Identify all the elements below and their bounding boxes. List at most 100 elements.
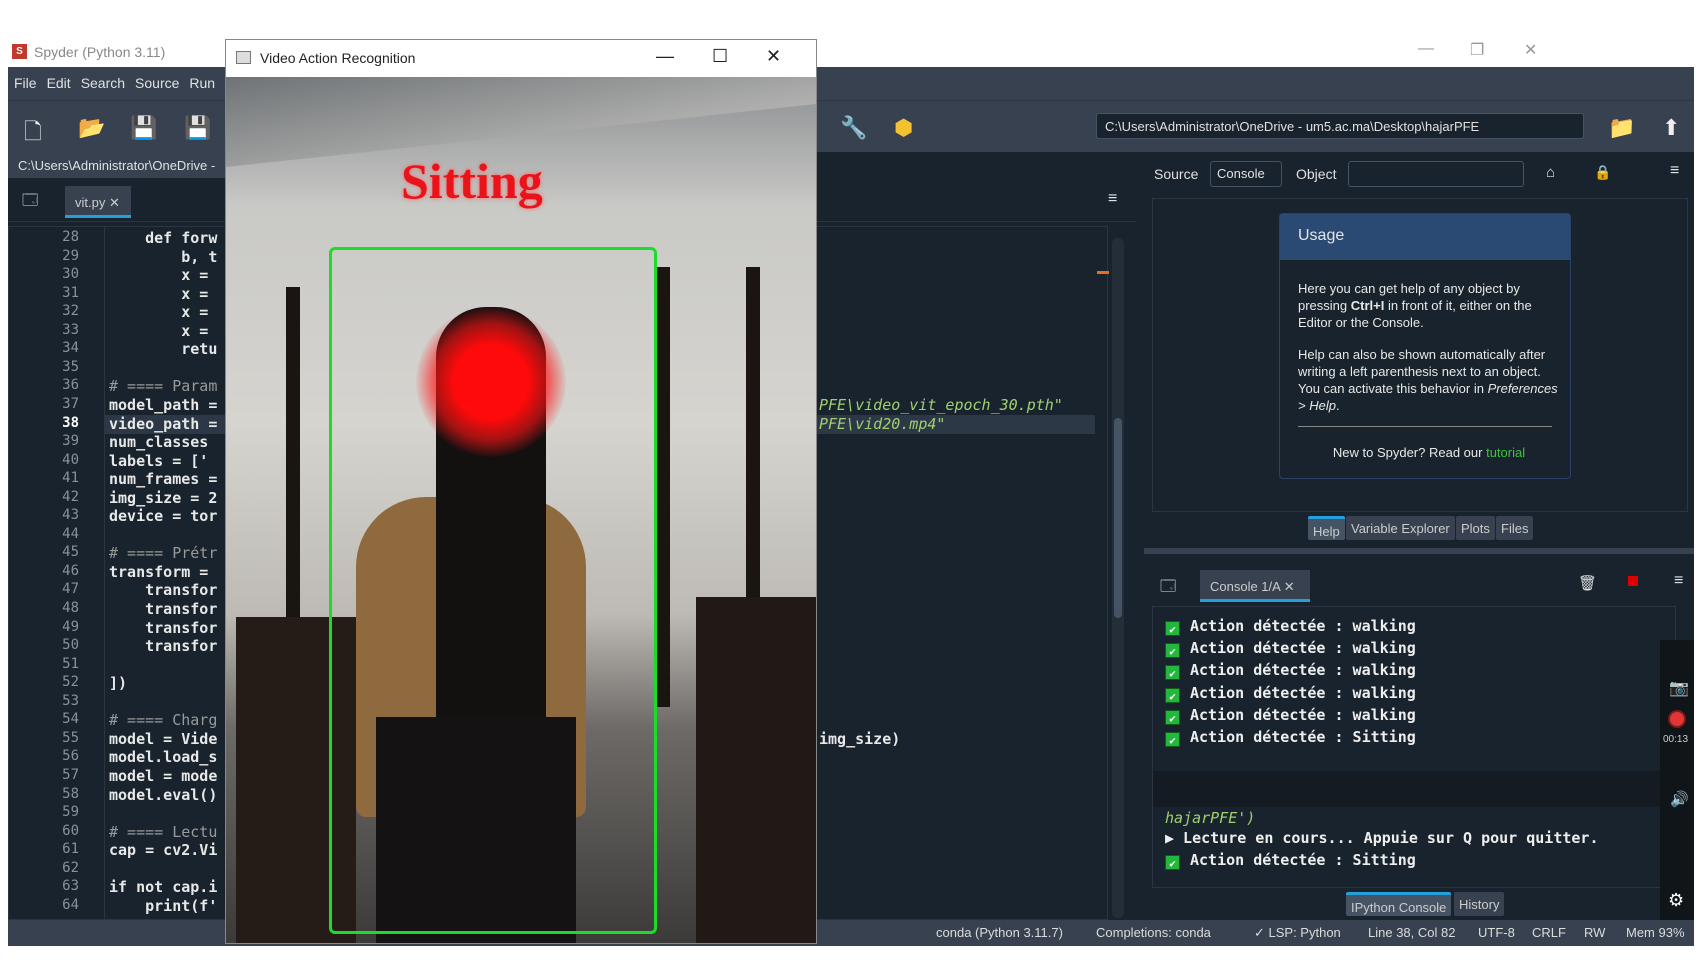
lock-icon[interactable]: 🔒	[1594, 164, 1611, 181]
splitter[interactable]	[1144, 548, 1694, 554]
code-line: x =	[109, 321, 209, 340]
status-completions[interactable]: Completions: conda	[1096, 925, 1211, 940]
save-icon[interactable]: 💾	[130, 115, 157, 141]
close-tab-icon[interactable]: ✕	[109, 195, 120, 210]
settings-icon[interactable]: ⚙	[1668, 890, 1684, 911]
close-icon[interactable]: ✕	[766, 46, 781, 67]
code-line: labels = ['	[109, 451, 209, 470]
console-reading: ▶ Lecture en cours... Appuie sur Q pour …	[1165, 829, 1599, 847]
new-file-icon[interactable]: 🗋	[24, 115, 42, 153]
check-icon: ✔	[1165, 687, 1180, 703]
working-directory-combo[interactable]: C:\Users\Administrator\OneDrive - um5.ac…	[1096, 113, 1584, 139]
wrench-icon[interactable]: 🔧	[840, 115, 867, 141]
console-output[interactable]: ✔ Action détectée : walking ✔ Action détect…	[1152, 606, 1676, 888]
line-number-gutter: 28 29 30 31 32 33 34 35 36 37 38 39 40 41 42 43 44 45 46 47…	[9, 227, 105, 919]
line-number: 52	[62, 674, 79, 691]
menu-file[interactable]: File	[8, 67, 41, 91]
line-number: 32	[62, 303, 79, 320]
tab-variable-explorer[interactable]: Variable Explorer	[1346, 516, 1455, 540]
open-folder-icon[interactable]: 📂	[78, 115, 105, 141]
browse-folder-icon[interactable]: 📁	[1608, 115, 1635, 141]
maximize-icon[interactable]: ☐	[712, 46, 728, 67]
status-env[interactable]: conda (Python 3.11.7)	[936, 925, 1063, 940]
save-all-icon[interactable]: 💾	[184, 115, 211, 141]
tab-files[interactable]: Files	[1496, 516, 1534, 540]
parent-dir-icon[interactable]: ⬆	[1662, 115, 1680, 141]
check-icon: ✔	[1165, 643, 1180, 659]
home-icon[interactable]: ⌂	[1546, 164, 1555, 181]
line-number: 28	[62, 229, 79, 245]
menu-run[interactable]: Run	[183, 67, 219, 91]
browse-tabs-icon[interactable]: 🗔	[1160, 576, 1176, 601]
python-icon[interactable]: ⬢	[894, 115, 913, 141]
check-icon: ✔	[1165, 621, 1180, 636]
editor-options-icon[interactable]: ≡	[1108, 190, 1117, 208]
line-number: 49	[62, 618, 79, 635]
menu-search[interactable]: Search	[75, 67, 129, 91]
tab-help[interactable]: Help	[1308, 516, 1345, 540]
usage-text-3: New to Spyder? Read our tutorial	[1332, 445, 1526, 460]
status-cursor: Line 38, Col 82	[1368, 925, 1456, 940]
code-line: x =	[109, 266, 209, 285]
code-line: model = mode	[109, 766, 218, 785]
scroll-thumb[interactable]	[1114, 418, 1122, 618]
screen-recorder-bar: 📷 00:13 🔊 ⚙	[1660, 640, 1694, 920]
line-number: 48	[62, 600, 79, 616]
warning-marker	[1097, 271, 1109, 274]
tutorial-link[interactable]: tutorial	[1486, 445, 1525, 460]
code-line: model_path =	[109, 395, 218, 414]
menu-edit[interactable]: Edit	[41, 67, 75, 91]
tab-vit-py[interactable]: vit.py ✕	[65, 186, 131, 218]
record-icon[interactable]	[1668, 710, 1686, 728]
camera-icon[interactable]: 📷	[1669, 678, 1689, 698]
restore-icon[interactable]: ❐	[1470, 40, 1484, 60]
tab-plots[interactable]: Plots	[1456, 516, 1495, 540]
line-number: 29	[62, 247, 79, 264]
status-encoding: UTF-8	[1478, 925, 1515, 940]
clear-console-icon[interactable]: 🗑	[1578, 574, 1597, 592]
code-line: def forw	[109, 229, 218, 247]
line-number: 33	[62, 321, 79, 338]
status-lsp[interactable]: ✓ LSP: Python	[1254, 925, 1341, 941]
tab-ipython-console[interactable]: IPython Console	[1346, 892, 1452, 916]
line-number: 55	[62, 729, 79, 746]
line-number: 38	[62, 414, 79, 431]
stop-icon[interactable]	[1628, 576, 1638, 586]
console-options-icon[interactable]: ≡	[1674, 572, 1683, 590]
console-line: ✔ Action détectée : walking	[1165, 661, 1416, 681]
menu-source[interactable]: Source	[129, 67, 183, 91]
video-frame: Sitting	[226, 77, 816, 943]
object-input[interactable]	[1348, 161, 1524, 187]
minimize-icon[interactable]: —	[656, 46, 674, 67]
line-number: 40	[62, 451, 79, 468]
volume-icon[interactable]: 🔊	[1670, 790, 1689, 808]
help-options-icon[interactable]: ≡	[1670, 162, 1679, 180]
editor-scrollbar[interactable]	[1112, 238, 1124, 918]
line-number: 56	[62, 748, 79, 765]
close-icon[interactable]: ✕	[1524, 40, 1537, 60]
source-label: Source	[1154, 166, 1199, 182]
console-line-text: Action détectée : walking	[1190, 661, 1416, 680]
help-toolbar: Source Console Object ⌂ 🔒 ≡	[1144, 152, 1694, 196]
console-line: ✔ Action détectée : walking	[1165, 684, 1416, 703]
pane-tabs: Help Variable Explorer Plots Files	[1308, 516, 1668, 540]
code-line: device = tor	[109, 507, 218, 526]
tab-history[interactable]: History	[1454, 892, 1505, 916]
status-memory: Mem 93%	[1626, 925, 1685, 940]
line-number: 44	[62, 525, 79, 542]
line-number: 37	[62, 395, 79, 412]
minimize-icon[interactable]: —	[1418, 40, 1434, 58]
tab-console[interactable]: Console 1/A ✕	[1200, 570, 1310, 602]
line-number: 46	[62, 562, 79, 579]
source-combo[interactable]: Console	[1210, 161, 1282, 187]
video-title: Video Action Recognition	[260, 50, 416, 66]
code-line: transfor	[109, 618, 218, 637]
console-line-text: Action détectée : walking	[1190, 639, 1416, 658]
close-tab-icon[interactable]: ✕	[1284, 579, 1295, 594]
code-line: x =	[109, 303, 209, 322]
line-number: 59	[62, 804, 79, 821]
browse-tabs-icon[interactable]: 🗔	[22, 190, 38, 215]
check-icon: ✔	[1165, 709, 1180, 725]
console-line-text: Action détectée : walking	[1190, 617, 1416, 635]
line-number: 62	[62, 859, 79, 876]
